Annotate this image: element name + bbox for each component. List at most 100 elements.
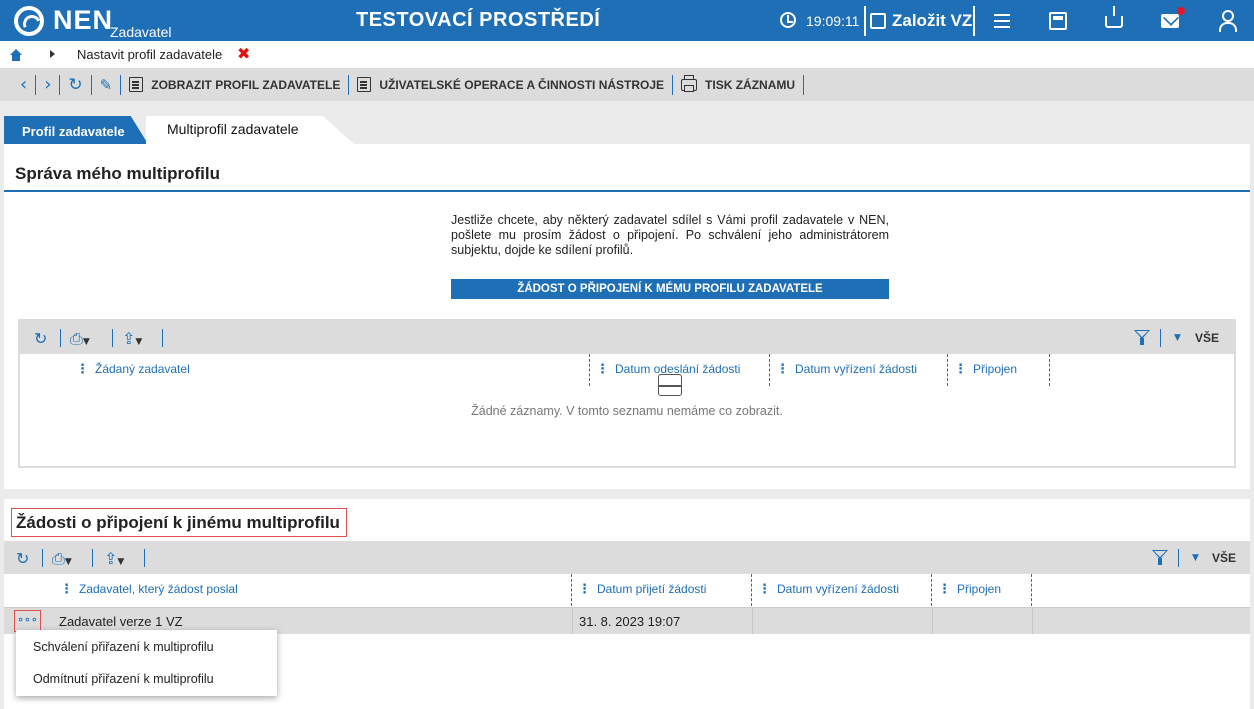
logo-text[interactable]: NEN [53,5,113,36]
column-connected[interactable]: ⋮ Připojen [948,354,1050,386]
my-multiprofile-panel: Správa mého multiprofilu Jestliže chcete… [4,144,1250,489]
home-icon[interactable] [10,49,22,61]
info-text: Jestliže chcete, aby některý zadavatel s… [451,213,889,257]
column-divider [572,608,573,634]
user-operations-button[interactable]: UŽIVATELSKÉ OPERACE A ČINNOSTI NÁSTROJE [349,74,672,96]
menu-item-approve[interactable]: Schválení přiřazení k multiprofilu [33,640,214,654]
column-menu-icon[interactable]: ⋮ [954,362,967,377]
printer-icon [681,74,698,92]
hamburger-menu-icon[interactable] [992,10,1012,32]
tab-multiprofil-zadavatele[interactable]: Multiprofil zadavatele [146,116,354,144]
mail-icon[interactable] [1161,14,1179,28]
request-connection-button[interactable]: ŽÁDOST O PŘIPOJENÍ K MÉMU PROFILU ZADAVA… [451,279,889,299]
user-icon[interactable] [1219,10,1237,32]
nen-logo-icon[interactable] [14,6,44,36]
row-actions-button[interactable]: ∘∘∘ [14,610,41,632]
column-divider [932,608,933,634]
edit-button[interactable]: ✎ [92,74,121,96]
menu-item-reject[interactable]: Odmítnutí přiřazení k multiprofilu [33,672,214,686]
print-menu-button[interactable]: ⎙▼ [70,329,90,349]
close-tab-icon[interactable]: ✖ [237,44,250,63]
cell-received-date: 31. 8. 2023 19:07 [579,614,681,629]
top-header: NEN Zadavatel TESTOVACÍ PROSTŘEDÍ 19:09:… [0,0,1254,41]
column-label: Datum vyřízení žádosti [795,362,918,376]
export-menu-button[interactable]: ⇪▼ [122,329,142,348]
caret-down-icon[interactable]: ▼ [1174,333,1181,343]
filter-all-label[interactable]: VŠE [1212,551,1236,565]
refresh-button[interactable]: ↻ [60,74,90,96]
document-icon [357,77,372,92]
forward-button[interactable]: › [36,74,59,96]
column-menu-icon[interactable]: ⋮ [938,582,951,597]
toolbar-divider [144,549,145,567]
toolbar-divider [60,329,61,347]
column-menu-icon[interactable]: ⋮ [758,582,771,597]
section-title: Správa mého multiprofilu [15,164,220,183]
print-record-button[interactable]: TISK ZÁZNAMU [673,74,803,96]
chevron-right-icon: › [44,74,52,95]
notification-dot [1177,7,1185,15]
filter-icon[interactable] [1152,550,1168,566]
caret-down-icon[interactable]: ▼ [1192,553,1199,563]
empty-state-text: Žádné záznamy. V tomto seznamu nemáme co… [471,404,783,418]
column-resolved-date[interactable]: ⋮ Datum vyřízení žádosti [752,574,932,606]
column-label: Datum přijetí žádosti [597,582,707,596]
other-requests-panel: Žádosti o připojení k jinému multiprofil… [4,499,1250,709]
section-title: Žádosti o připojení k jinému multiprofil… [11,508,347,537]
refresh-icon[interactable]: ↻ [16,549,29,568]
column-connected[interactable]: ⋮ Připojen [932,574,1032,606]
grid-toolbar: ↻ ⎙▼ ⇪▼ ▼ VŠE [4,541,1250,574]
edit-icon [870,13,886,29]
column-label: Zadavatel, který žádost poslal [79,582,238,596]
toolbar-divider [803,74,805,95]
refresh-icon[interactable]: ↻ [34,329,47,348]
action-toolbar: ‹ › ↻ ✎ ZOBRAZIT PROFIL ZADAVATELE UŽIVA… [0,68,1254,101]
inbox-icon[interactable] [1105,6,1123,28]
session-time: 19:09:11 [806,13,860,29]
column-resolved-date[interactable]: ⋮ Datum vyřízení žádosti [770,354,948,386]
filter-all-label[interactable]: VŠE [1195,331,1219,345]
toolbar-divider [162,329,163,347]
column-menu-icon[interactable]: ⋮ [776,362,789,377]
column-received-date[interactable]: ⋮ Datum přijetí žádosti [572,574,752,606]
logo-subtitle: Zadavatel [110,24,172,40]
chevron-left-icon: ‹ [20,74,28,95]
environment-title: TESTOVACÍ PROSTŘEDÍ [356,9,601,31]
toolbar-divider [112,329,113,347]
print-menu-button[interactable]: ⎙▼ [52,549,72,569]
column-requested-contractor[interactable]: ⋮ Žádaný zadavatel [70,354,590,386]
toolbar-divider [42,549,43,567]
tab-profil-zadavatele[interactable]: Profil zadavatele [4,116,148,144]
pencil-icon: ✎ [99,75,113,94]
column-menu-icon[interactable]: ⋮ [578,582,591,597]
column-divider [752,608,753,634]
column-menu-icon[interactable]: ⋮ [60,582,73,597]
show-profile-button[interactable]: ZOBRAZIT PROFIL ZADAVATELE [121,74,348,96]
toolbar-divider [92,549,93,567]
caret-down-icon: ▼ [117,557,125,567]
caret-down-icon: ▼ [82,337,90,347]
header-divider [864,6,866,36]
column-divider [1032,608,1033,634]
column-label: Datum vyřízení žádosti [777,582,900,596]
breadcrumb-current[interactable]: Nastavit profil zadavatele [77,47,222,62]
breadcrumb-arrow-icon [50,50,55,58]
back-button[interactable]: ‹ [12,74,35,96]
caret-down-icon: ▼ [64,557,72,567]
column-menu-icon[interactable]: ⋮ [596,362,609,377]
empty-inbox-icon [658,374,682,396]
cell-sender: Zadavatel verze 1 VZ [59,614,183,629]
filter-icon[interactable] [1134,330,1150,346]
refresh-icon: ↻ [68,74,83,95]
row-context-menu: Schválení přiřazení k multiprofilu Odmít… [16,630,277,696]
print-record-label: TISK ZÁZNAMU [705,77,796,92]
header-divider [973,6,975,36]
column-sender[interactable]: ⋮ Zadavatel, který žádost poslal [54,574,572,606]
new-contract-button[interactable]: Založit VZ [870,8,972,34]
column-menu-icon[interactable]: ⋮ [76,362,89,377]
export-menu-button[interactable]: ⇪▼ [104,549,124,568]
column-label: Připojen [973,362,1018,376]
toolbar-divider [1160,329,1161,347]
caret-down-icon: ▼ [135,337,143,347]
calculator-icon[interactable] [1049,12,1067,30]
